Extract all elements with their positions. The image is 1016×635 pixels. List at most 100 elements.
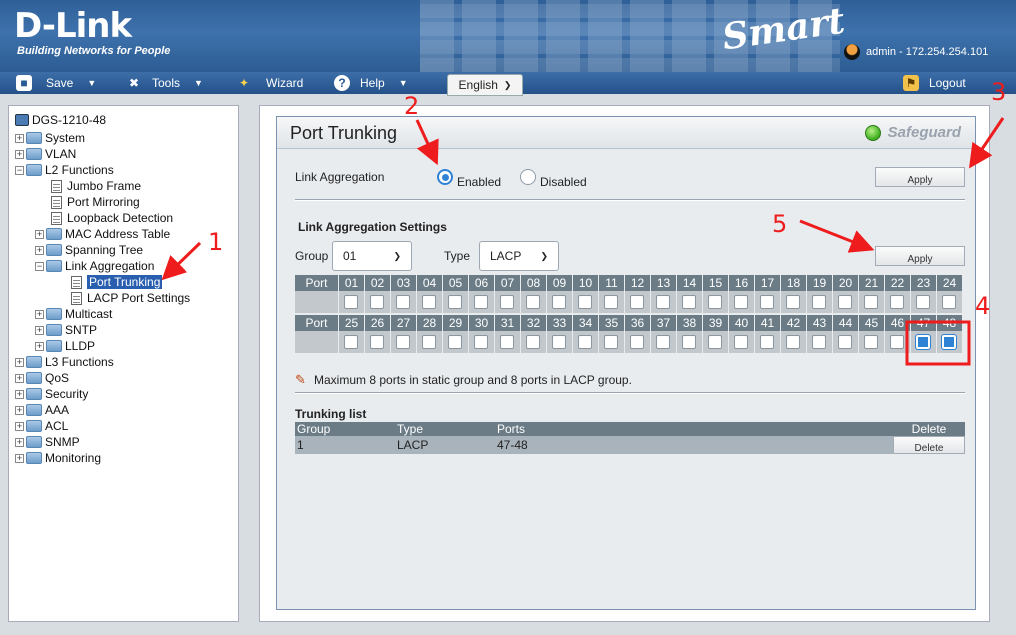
- port-number-01: 01: [339, 275, 364, 291]
- port-checkbox-04[interactable]: [422, 295, 436, 309]
- tree-root[interactable]: DGS-1210-48: [15, 112, 106, 128]
- tree-item-multicast[interactable]: + Multicast: [35, 306, 112, 322]
- port-checkbox-05[interactable]: [448, 295, 462, 309]
- port-checkbox-19[interactable]: [812, 295, 826, 309]
- tree-root-label: DGS-1210-48: [32, 113, 107, 127]
- port-checkbox-03[interactable]: [396, 295, 410, 309]
- port-checkbox-09[interactable]: [552, 295, 566, 309]
- language-select[interactable]: English ❯: [447, 74, 523, 96]
- port-checkbox-25[interactable]: [344, 335, 358, 349]
- port-checkbox-37[interactable]: [656, 335, 670, 349]
- port-checkbox-17[interactable]: [760, 295, 774, 309]
- help-menu[interactable]: ? Help ▼: [334, 72, 408, 94]
- port-checkbox-24[interactable]: [942, 295, 956, 309]
- tree-item-vlan[interactable]: + VLAN: [15, 146, 76, 162]
- tools-menu[interactable]: ✖ Tools ▼: [126, 72, 203, 94]
- port-checkbox-36[interactable]: [630, 335, 644, 349]
- port-checkbox-02[interactable]: [370, 295, 384, 309]
- collapse-icon: −: [15, 164, 24, 175]
- header-banner: D-Link Building Networks for People Smar…: [0, 0, 1016, 72]
- port-checkbox-15[interactable]: [708, 295, 722, 309]
- port-trunking-panel: Port Trunking Safeguard Link Aggregation…: [276, 116, 976, 610]
- port-checkbox-16[interactable]: [734, 295, 748, 309]
- port-checkbox-26[interactable]: [370, 335, 384, 349]
- port-checkbox-40[interactable]: [734, 335, 748, 349]
- folder-open-icon: [46, 260, 62, 272]
- logout-button[interactable]: ⚑ Logout: [903, 72, 966, 94]
- port-checkbox-44[interactable]: [838, 335, 852, 349]
- apply-button-link-aggregation[interactable]: Apply: [875, 167, 965, 187]
- tree-item-security[interactable]: + Security: [15, 386, 88, 402]
- port-checkbox-29[interactable]: [448, 335, 462, 349]
- port-checkbox-32[interactable]: [526, 335, 540, 349]
- tree-item-loopback-detection[interactable]: Loopback Detection: [51, 210, 173, 226]
- port-checkbox-14[interactable]: [682, 295, 696, 309]
- tree-item-aaa[interactable]: + AAA: [15, 402, 69, 418]
- tools-icon: ✖: [128, 76, 140, 90]
- tree-item-label: Security: [45, 387, 89, 401]
- port-checkbox-22[interactable]: [890, 295, 904, 309]
- port-checkbox-47[interactable]: [915, 334, 931, 350]
- port-checkbox-34[interactable]: [578, 335, 592, 349]
- tree-item-monitoring[interactable]: + Monitoring: [15, 450, 101, 466]
- port-checkbox-38[interactable]: [682, 335, 696, 349]
- tree-item-l3-functions[interactable]: + L3 Functions: [15, 354, 114, 370]
- tree-item-acl[interactable]: + ACL: [15, 418, 68, 434]
- disabled-radio[interactable]: [520, 169, 536, 185]
- port-checkbox-41[interactable]: [760, 335, 774, 349]
- tree-item-sntp[interactable]: + SNTP: [35, 322, 97, 338]
- port-checkbox-33[interactable]: [552, 335, 566, 349]
- chevron-down-icon: ❯: [393, 250, 401, 261]
- folder-icon: [26, 372, 42, 384]
- port-checkbox-13[interactable]: [656, 295, 670, 309]
- tree-item-lldp[interactable]: + LLDP: [35, 338, 95, 354]
- group-select[interactable]: 01 ❯: [332, 241, 412, 271]
- tree-item-label: SNTP: [65, 323, 98, 337]
- tree-item-mac-address-table[interactable]: + MAC Address Table: [35, 226, 170, 242]
- port-checkbox-39[interactable]: [708, 335, 722, 349]
- port-checkbox-07[interactable]: [500, 295, 514, 309]
- port-checkbox-48[interactable]: [941, 334, 957, 350]
- tree-item-snmp[interactable]: + SNMP: [15, 434, 80, 450]
- column-header-type: Type: [395, 422, 495, 436]
- enabled-radio[interactable]: [437, 169, 453, 185]
- type-select[interactable]: LACP ❯: [479, 241, 559, 271]
- port-checkbox-21[interactable]: [864, 295, 878, 309]
- delete-button[interactable]: Delete: [893, 436, 965, 454]
- tree-item-spanning-tree[interactable]: + Spanning Tree: [35, 242, 143, 258]
- port-checkbox-45[interactable]: [864, 335, 878, 349]
- port-checkbox-30[interactable]: [474, 335, 488, 349]
- tree-item-jumbo-frame[interactable]: Jumbo Frame: [51, 178, 141, 194]
- apply-button-settings[interactable]: Apply: [875, 246, 965, 266]
- tree-item-port-trunking[interactable]: Port Trunking: [71, 274, 163, 290]
- expand-icon: +: [15, 436, 24, 447]
- tree-item-qos[interactable]: + QoS: [15, 370, 69, 386]
- tree-item-lacp-port-settings[interactable]: LACP Port Settings: [71, 290, 190, 306]
- tree-item-link-aggregation[interactable]: − Link Aggregation: [35, 258, 154, 274]
- tree-item-system[interactable]: + System: [15, 130, 85, 146]
- save-menu[interactable]: ■ Save ▼: [16, 72, 96, 94]
- port-checkbox-43[interactable]: [812, 335, 826, 349]
- port-checkbox-18[interactable]: [786, 295, 800, 309]
- port-number-33: 33: [547, 315, 572, 331]
- port-checkbox-23[interactable]: [916, 295, 930, 309]
- port-checkbox-11[interactable]: [604, 295, 618, 309]
- port-checkbox-20[interactable]: [838, 295, 852, 309]
- port-checkbox-42[interactable]: [786, 335, 800, 349]
- port-checkbox-35[interactable]: [604, 335, 618, 349]
- user-icon: [844, 44, 860, 60]
- port-checkbox-06[interactable]: [474, 295, 488, 309]
- port-checkbox-31[interactable]: [500, 335, 514, 349]
- wizard-menu[interactable]: ✦ Wizard: [236, 72, 303, 94]
- port-checkbox-08[interactable]: [526, 295, 540, 309]
- tree-item-l2-functions[interactable]: − L2 Functions: [15, 162, 114, 178]
- tree-item-port-mirroring[interactable]: Port Mirroring: [51, 194, 140, 210]
- port-checkbox-10[interactable]: [578, 295, 592, 309]
- port-number-11: 11: [599, 275, 624, 291]
- port-checkbox-01[interactable]: [344, 295, 358, 309]
- port-checkbox-28[interactable]: [422, 335, 436, 349]
- port-checkbox-27[interactable]: [396, 335, 410, 349]
- port-checkbox-46[interactable]: [890, 335, 904, 349]
- port-checkbox-12[interactable]: [630, 295, 644, 309]
- expand-icon: +: [15, 372, 24, 383]
